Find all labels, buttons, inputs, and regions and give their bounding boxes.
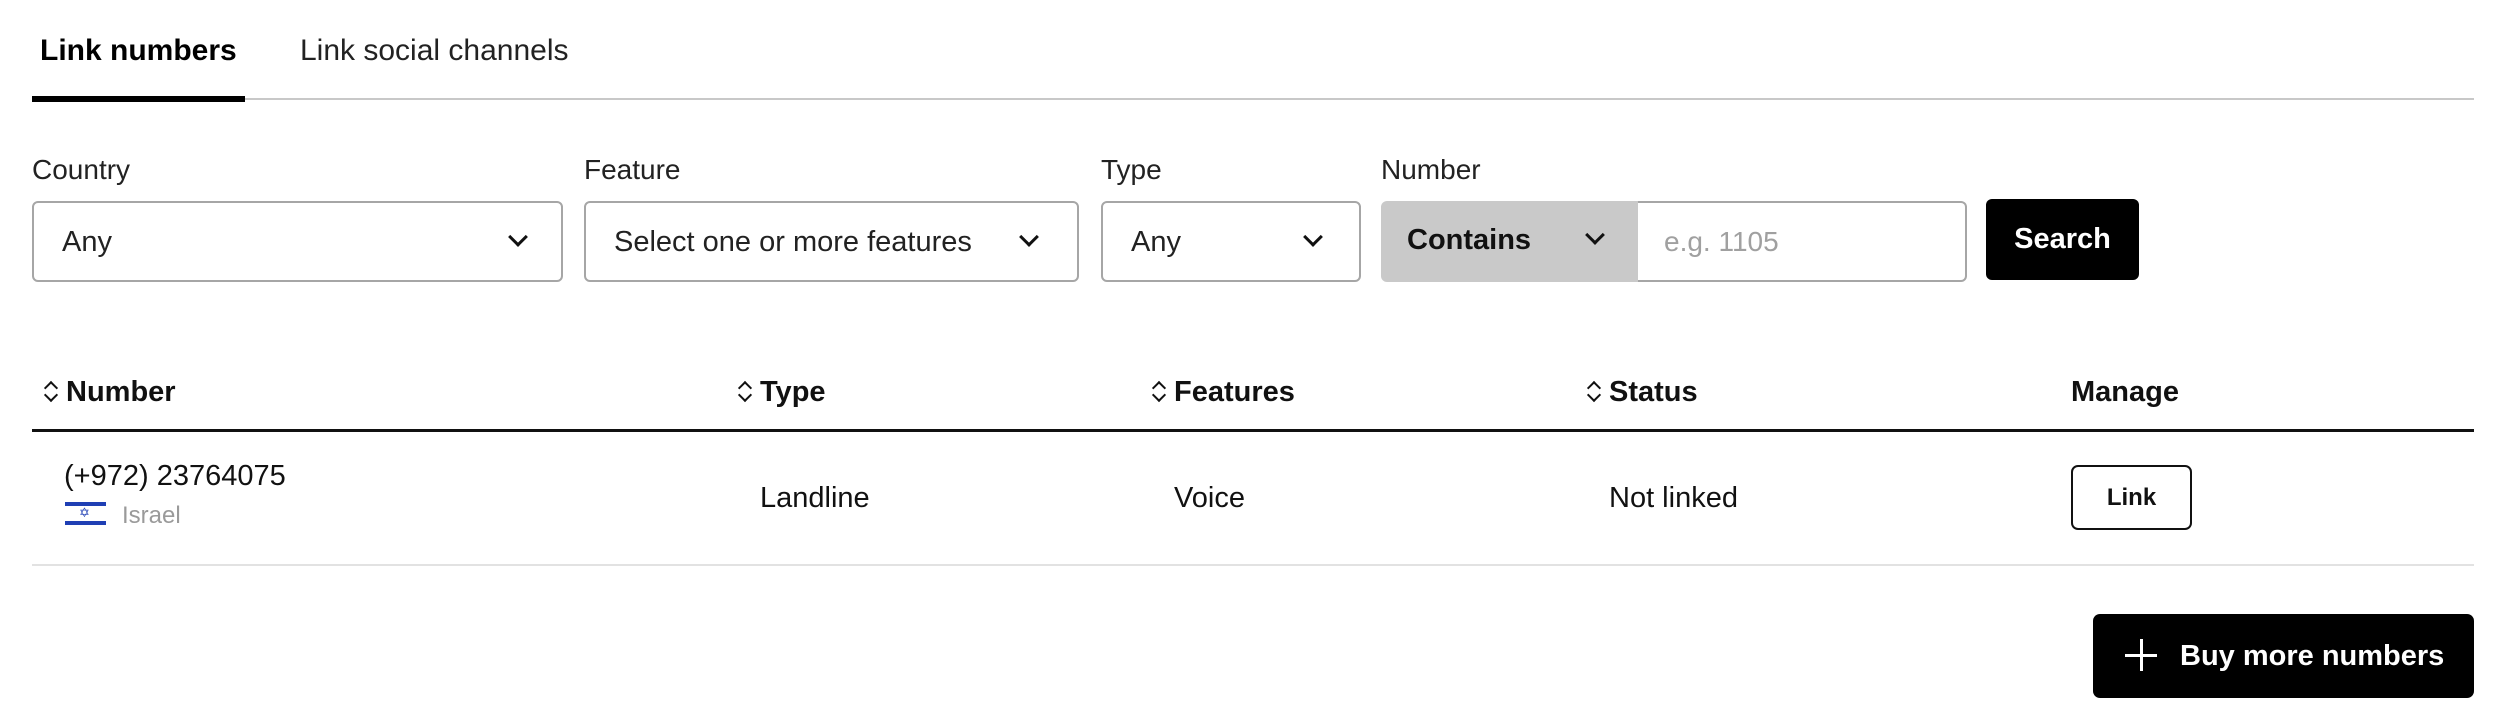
link-button[interactable]: Link <box>2071 465 2192 530</box>
chevron-down-icon <box>508 227 528 247</box>
number-match-value: Contains <box>1407 224 1532 256</box>
number-label: Number <box>1381 154 1481 185</box>
chevron-down-icon <box>1303 227 1323 247</box>
column-header-features[interactable]: Features <box>1174 372 1295 412</box>
table-row: (+972) 23764075 ✡ Israel Landline Voice … <box>32 432 2474 566</box>
column-header-label: Number <box>66 376 176 408</box>
tab-link-social-channels[interactable]: Link social channels <box>300 28 569 100</box>
feature-select-value: Select one or more features <box>614 226 972 258</box>
column-header-label: Type <box>760 376 826 408</box>
sort-icon <box>1152 379 1164 403</box>
number-search-input[interactable] <box>1638 201 1967 282</box>
feature-label: Feature <box>584 154 681 185</box>
type-select[interactable]: Any <box>1101 201 1361 282</box>
country-label: Country <box>32 154 131 185</box>
plus-icon <box>2125 639 2157 671</box>
number-match-select[interactable]: Contains <box>1381 201 1638 282</box>
type-label: Type <box>1101 154 1162 185</box>
type-select-value: Any <box>1131 226 1181 258</box>
column-header-label: Status <box>1609 376 1698 408</box>
column-header-status[interactable]: Status <box>1609 372 1698 412</box>
tab-link-numbers[interactable]: Link numbers <box>32 28 245 102</box>
column-header-manage: Manage <box>2071 376 2179 408</box>
tab-bar: Link numbers Link social channels <box>32 0 2474 102</box>
sort-icon <box>44 379 56 403</box>
number-features: Voice <box>1174 482 1245 514</box>
number-type: Landline <box>760 482 870 514</box>
israel-flag-icon: ✡ <box>65 500 106 527</box>
table-header: Number Type Features Status Manage <box>32 356 2474 432</box>
column-header-number[interactable]: Number <box>66 372 176 412</box>
sort-icon <box>1587 379 1599 403</box>
chevron-down-icon <box>1585 225 1605 245</box>
country-select-value: Any <box>62 226 112 258</box>
sort-icon <box>738 379 750 403</box>
country-select[interactable]: Any <box>32 201 563 282</box>
column-header-type[interactable]: Type <box>760 372 826 412</box>
chevron-down-icon <box>1019 227 1039 247</box>
buy-more-numbers-button[interactable]: Buy more numbers <box>2093 614 2474 698</box>
link-status: Not linked <box>1609 482 1738 514</box>
number-filter: Contains <box>1381 201 1967 282</box>
country-name: Israel <box>122 502 181 529</box>
feature-select[interactable]: Select one or more features <box>584 201 1079 282</box>
column-header-label: Features <box>1174 376 1295 408</box>
phone-number: (+972) 23764075 <box>64 460 286 492</box>
buy-more-numbers-label: Buy more numbers <box>2180 640 2445 672</box>
search-button[interactable]: Search <box>1986 199 2139 280</box>
